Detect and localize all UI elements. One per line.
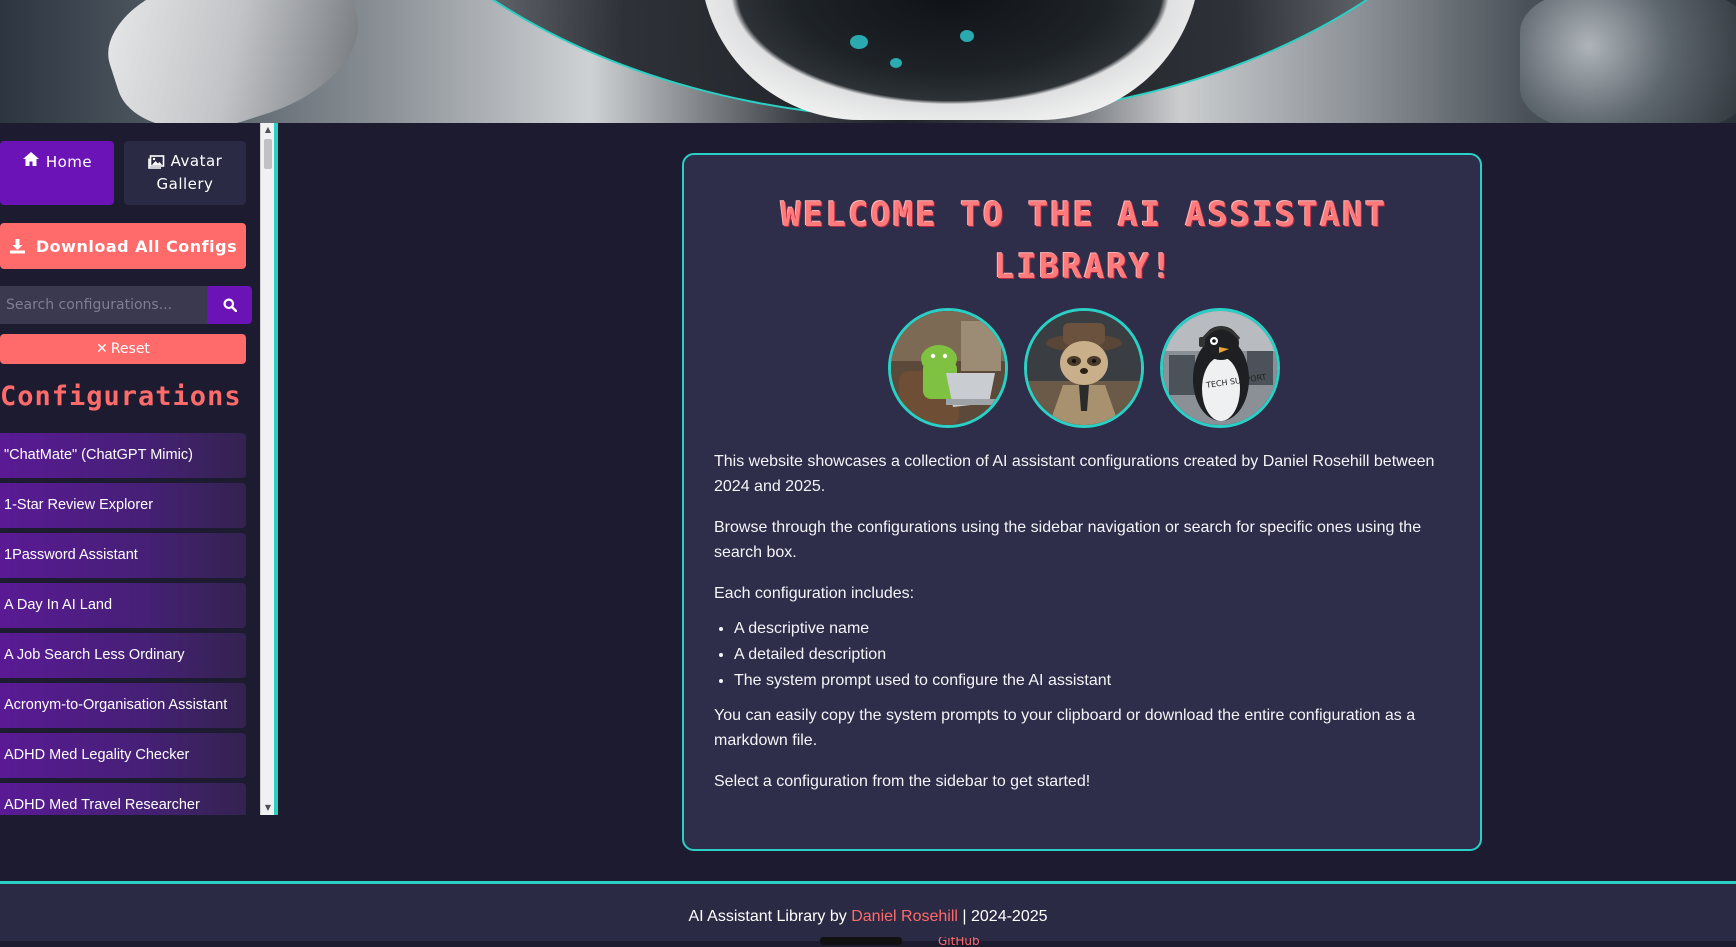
footer-badges: GitHub: [820, 937, 1020, 947]
welcome-text: This website showcases a collection of A…: [714, 449, 1454, 810]
config-list-item[interactable]: ADHD Med Travel Researcher: [0, 783, 246, 815]
footer-badge[interactable]: [820, 937, 902, 945]
home-icon: [22, 152, 39, 166]
search-bar: [0, 286, 252, 324]
github-link[interactable]: GitHub: [938, 937, 990, 945]
includes-list: A descriptive name A detailed descriptio…: [734, 616, 1454, 693]
config-list-item[interactable]: ADHD Med Legality Checker: [0, 733, 246, 778]
nav-home-button[interactable]: Home: [0, 141, 114, 205]
nav-avatar-label-line2: Gallery: [156, 175, 214, 193]
scrollbar-thumb[interactable]: [264, 139, 272, 169]
select-note: Select a configuration from the sidebar …: [714, 773, 1091, 790]
configurations-heading: Configurations: [0, 381, 242, 412]
config-list-item[interactable]: 1-Star Review Explorer: [0, 483, 246, 528]
hero-banner: [0, 0, 1736, 123]
image-icon: [147, 154, 164, 169]
robot-light: [960, 30, 974, 42]
footer-suffix: | 2024-2025: [962, 908, 1048, 925]
reset-label: Reset: [110, 341, 150, 357]
sidebar-content: Home Avatar Gallery Download All Configs…: [0, 123, 260, 815]
sidebar: Home Avatar Gallery Download All Configs…: [0, 123, 278, 815]
download-all-label: Download All Configs: [35, 236, 238, 256]
browse-paragraph: Browse through the configurations using …: [714, 519, 1422, 561]
configuration-list: "ChatMate" (ChatGPT Mimic) 1-Star Review…: [0, 433, 246, 815]
robot-light: [850, 35, 868, 49]
robot-arm-image: [92, 0, 378, 123]
search-input[interactable]: [0, 286, 207, 324]
scroll-up-icon[interactable]: ▲: [263, 125, 273, 135]
reset-button[interactable]: ✕ Reset: [0, 334, 246, 364]
sloth-detective-avatar: [1024, 308, 1144, 428]
author-link[interactable]: Daniel Rosehill: [851, 908, 958, 925]
penguin-tech-support-avatar: TECH SUPPORT: [1160, 308, 1280, 428]
page-title: Welcome to the AI Assistant Library!: [780, 195, 1388, 287]
footer-prefix: AI Assistant Library by: [688, 908, 847, 925]
robot-light: [890, 58, 902, 68]
nav-home-label: Home: [45, 153, 93, 171]
avatar-row: TECH SUPPORT: [888, 308, 1280, 428]
config-list-item[interactable]: "ChatMate" (ChatGPT Mimic): [0, 433, 246, 478]
config-list-item[interactable]: 1Password Assistant: [0, 533, 246, 578]
search-icon: [223, 298, 237, 312]
android-avatar: [888, 308, 1008, 428]
footer: AI Assistant Library by Daniel Rosehill …: [0, 881, 1736, 945]
sidebar-scrollbar[interactable]: ▲ ▼: [260, 123, 274, 815]
intro-paragraph: This website showcases a collection of A…: [714, 453, 1435, 495]
footer-credit: AI Assistant Library by Daniel Rosehill …: [0, 908, 1736, 926]
scroll-down-icon[interactable]: ▼: [263, 803, 273, 813]
download-icon: [9, 239, 25, 254]
search-button[interactable]: [207, 286, 252, 324]
includes-list-item: The system prompt used to configure the …: [734, 668, 1454, 693]
welcome-card: Welcome to the AI Assistant Library!: [682, 153, 1482, 851]
config-list-item[interactable]: Acronym-to-Organisation Assistant: [0, 683, 246, 728]
robot-crowd-image: [1520, 0, 1736, 123]
nav-avatar-gallery-button[interactable]: Avatar Gallery: [124, 141, 246, 205]
includes-list-item: A descriptive name: [734, 616, 1454, 641]
config-list-item[interactable]: A Day In AI Land: [0, 583, 246, 628]
close-icon: ✕: [96, 341, 108, 357]
includes-heading: Each configuration includes:: [714, 585, 915, 602]
nav-avatar-label: Avatar: [170, 152, 223, 170]
copy-note: You can easily copy the system prompts t…: [714, 707, 1416, 749]
includes-list-item: A detailed description: [734, 642, 1454, 667]
config-list-item[interactable]: A Job Search Less Ordinary: [0, 633, 246, 678]
download-all-configs-button[interactable]: Download All Configs: [0, 223, 246, 269]
